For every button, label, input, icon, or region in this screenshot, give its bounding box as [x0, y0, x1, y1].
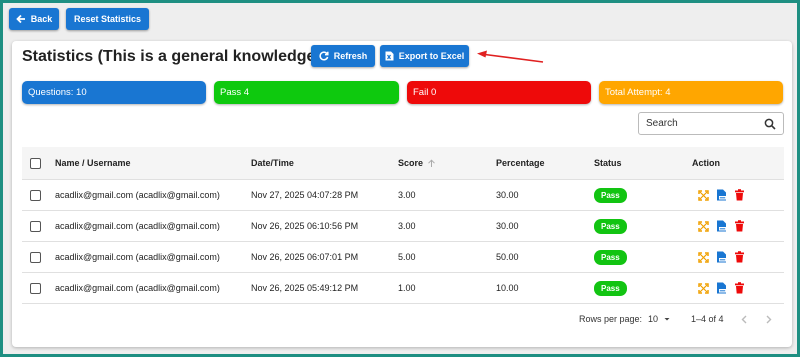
pdf-icon[interactable] — [716, 251, 727, 263]
statistics-card: Statistics (This is a general knowledge … — [12, 41, 792, 347]
status-badge: Pass — [594, 218, 627, 234]
pagination-range: 1–4 of 4 — [691, 314, 724, 324]
status-badge: Pass — [594, 280, 627, 296]
expand-icon[interactable] — [698, 251, 709, 263]
questions-stat-card: Questions: 10 — [22, 81, 206, 104]
search-placeholder: Search — [646, 118, 678, 129]
cell-name: acadlix@gmail.com (acadlix@gmail.com) — [55, 283, 220, 293]
cell-score: 1.00 — [398, 283, 416, 293]
search-input[interactable]: Search — [638, 112, 784, 135]
rows-per-page-label: Rows per page: — [579, 314, 643, 324]
column-header-name[interactable]: Name / Username — [55, 147, 131, 179]
cell-percentage: 30.00 — [496, 190, 519, 200]
table-row: acadlix@gmail.com (acadlix@gmail.com) Nov… — [22, 211, 784, 242]
search-icon[interactable] — [764, 118, 776, 130]
row-checkbox[interactable] — [30, 220, 41, 232]
page-title: Statistics (This is a general knowledge … — [22, 48, 358, 65]
expand-icon[interactable] — [698, 189, 709, 201]
delete-icon[interactable] — [734, 220, 745, 232]
column-header-percentage[interactable]: Percentage — [496, 147, 545, 179]
excel-file-icon — [385, 51, 394, 61]
delete-icon[interactable] — [734, 282, 745, 294]
rows-per-page-select[interactable]: 10 — [648, 311, 671, 327]
pass-stat-card: Pass 4 — [214, 81, 399, 104]
column-header-action: Action — [692, 158, 720, 168]
cell-percentage: 50.00 — [496, 252, 519, 262]
pdf-icon[interactable] — [716, 189, 727, 201]
cell-datetime: Nov 26, 2025 05:49:12 PM — [251, 283, 359, 293]
column-header-score-label: Score — [398, 158, 424, 168]
table-row: acadlix@gmail.com (acadlix@gmail.com) Nov… — [22, 180, 784, 211]
expand-icon[interactable] — [698, 220, 709, 232]
delete-icon[interactable] — [734, 251, 745, 263]
column-header-datetime[interactable]: Date/Time — [251, 147, 294, 179]
row-checkbox[interactable] — [30, 189, 41, 201]
rows-per-page-value: 10 — [648, 314, 659, 324]
cell-datetime: Nov 26, 2025 06:07:01 PM — [251, 252, 359, 262]
cell-name: acadlix@gmail.com (acadlix@gmail.com) — [55, 221, 220, 231]
table-row: acadlix@gmail.com (acadlix@gmail.com) Nov… — [22, 273, 784, 304]
cell-percentage: 30.00 — [496, 221, 519, 231]
arrow-left-icon — [15, 14, 25, 24]
back-button-label: Back — [30, 14, 53, 24]
export-button-label: Export to Excel — [398, 51, 465, 61]
next-page-button[interactable] — [764, 311, 773, 327]
status-badge: Pass — [594, 187, 627, 203]
cell-score: 3.00 — [398, 221, 416, 231]
chevron-right-icon — [766, 315, 772, 323]
table-body: acadlix@gmail.com (acadlix@gmail.com) Nov… — [22, 180, 784, 304]
reset-statistics-button[interactable]: Reset Statistics — [66, 8, 149, 30]
cell-name: acadlix@gmail.com (acadlix@gmail.com) — [55, 190, 220, 200]
chevron-left-icon — [741, 315, 747, 323]
row-checkbox[interactable] — [30, 251, 41, 263]
fail-stat-card: Fail 0 — [407, 81, 591, 104]
table-header-row: Name / Username Date/Time Score Percenta… — [22, 147, 784, 180]
total-attempt-stat-card: Total Attempt: 4 — [599, 81, 783, 104]
caret-down-icon — [664, 318, 670, 321]
cell-score: 3.00 — [398, 190, 416, 200]
pdf-icon[interactable] — [716, 220, 727, 232]
previous-page-button[interactable] — [740, 311, 749, 327]
refresh-icon — [319, 51, 329, 61]
cell-score: 5.00 — [398, 252, 416, 262]
sort-arrow-up-icon[interactable] — [427, 158, 436, 168]
delete-icon[interactable] — [734, 189, 745, 201]
results-table: Name / Username Date/Time Score Percenta… — [22, 147, 784, 304]
back-button[interactable]: Back — [9, 8, 59, 30]
status-badge: Pass — [594, 249, 627, 265]
cell-datetime: Nov 26, 2025 06:10:56 PM — [251, 221, 359, 231]
refresh-button-label: Refresh — [333, 51, 368, 61]
export-excel-button[interactable]: Export to Excel — [380, 45, 469, 67]
column-header-score[interactable]: Score — [398, 147, 436, 179]
cell-name: acadlix@gmail.com (acadlix@gmail.com) — [55, 252, 220, 262]
app-frame: Back Reset Statistics Statistics (This i… — [3, 3, 797, 354]
column-header-status[interactable]: Status — [594, 147, 622, 179]
table-row: acadlix@gmail.com (acadlix@gmail.com) Nov… — [22, 242, 784, 273]
pdf-icon[interactable] — [716, 282, 727, 294]
expand-icon[interactable] — [698, 282, 709, 294]
cell-datetime: Nov 27, 2025 04:07:28 PM — [251, 190, 359, 200]
row-checkbox[interactable] — [30, 282, 41, 294]
select-all-checkbox[interactable] — [30, 157, 41, 169]
reset-button-label: Reset Statistics — [73, 14, 142, 24]
refresh-button[interactable]: Refresh — [311, 45, 375, 67]
cell-percentage: 10.00 — [496, 283, 519, 293]
